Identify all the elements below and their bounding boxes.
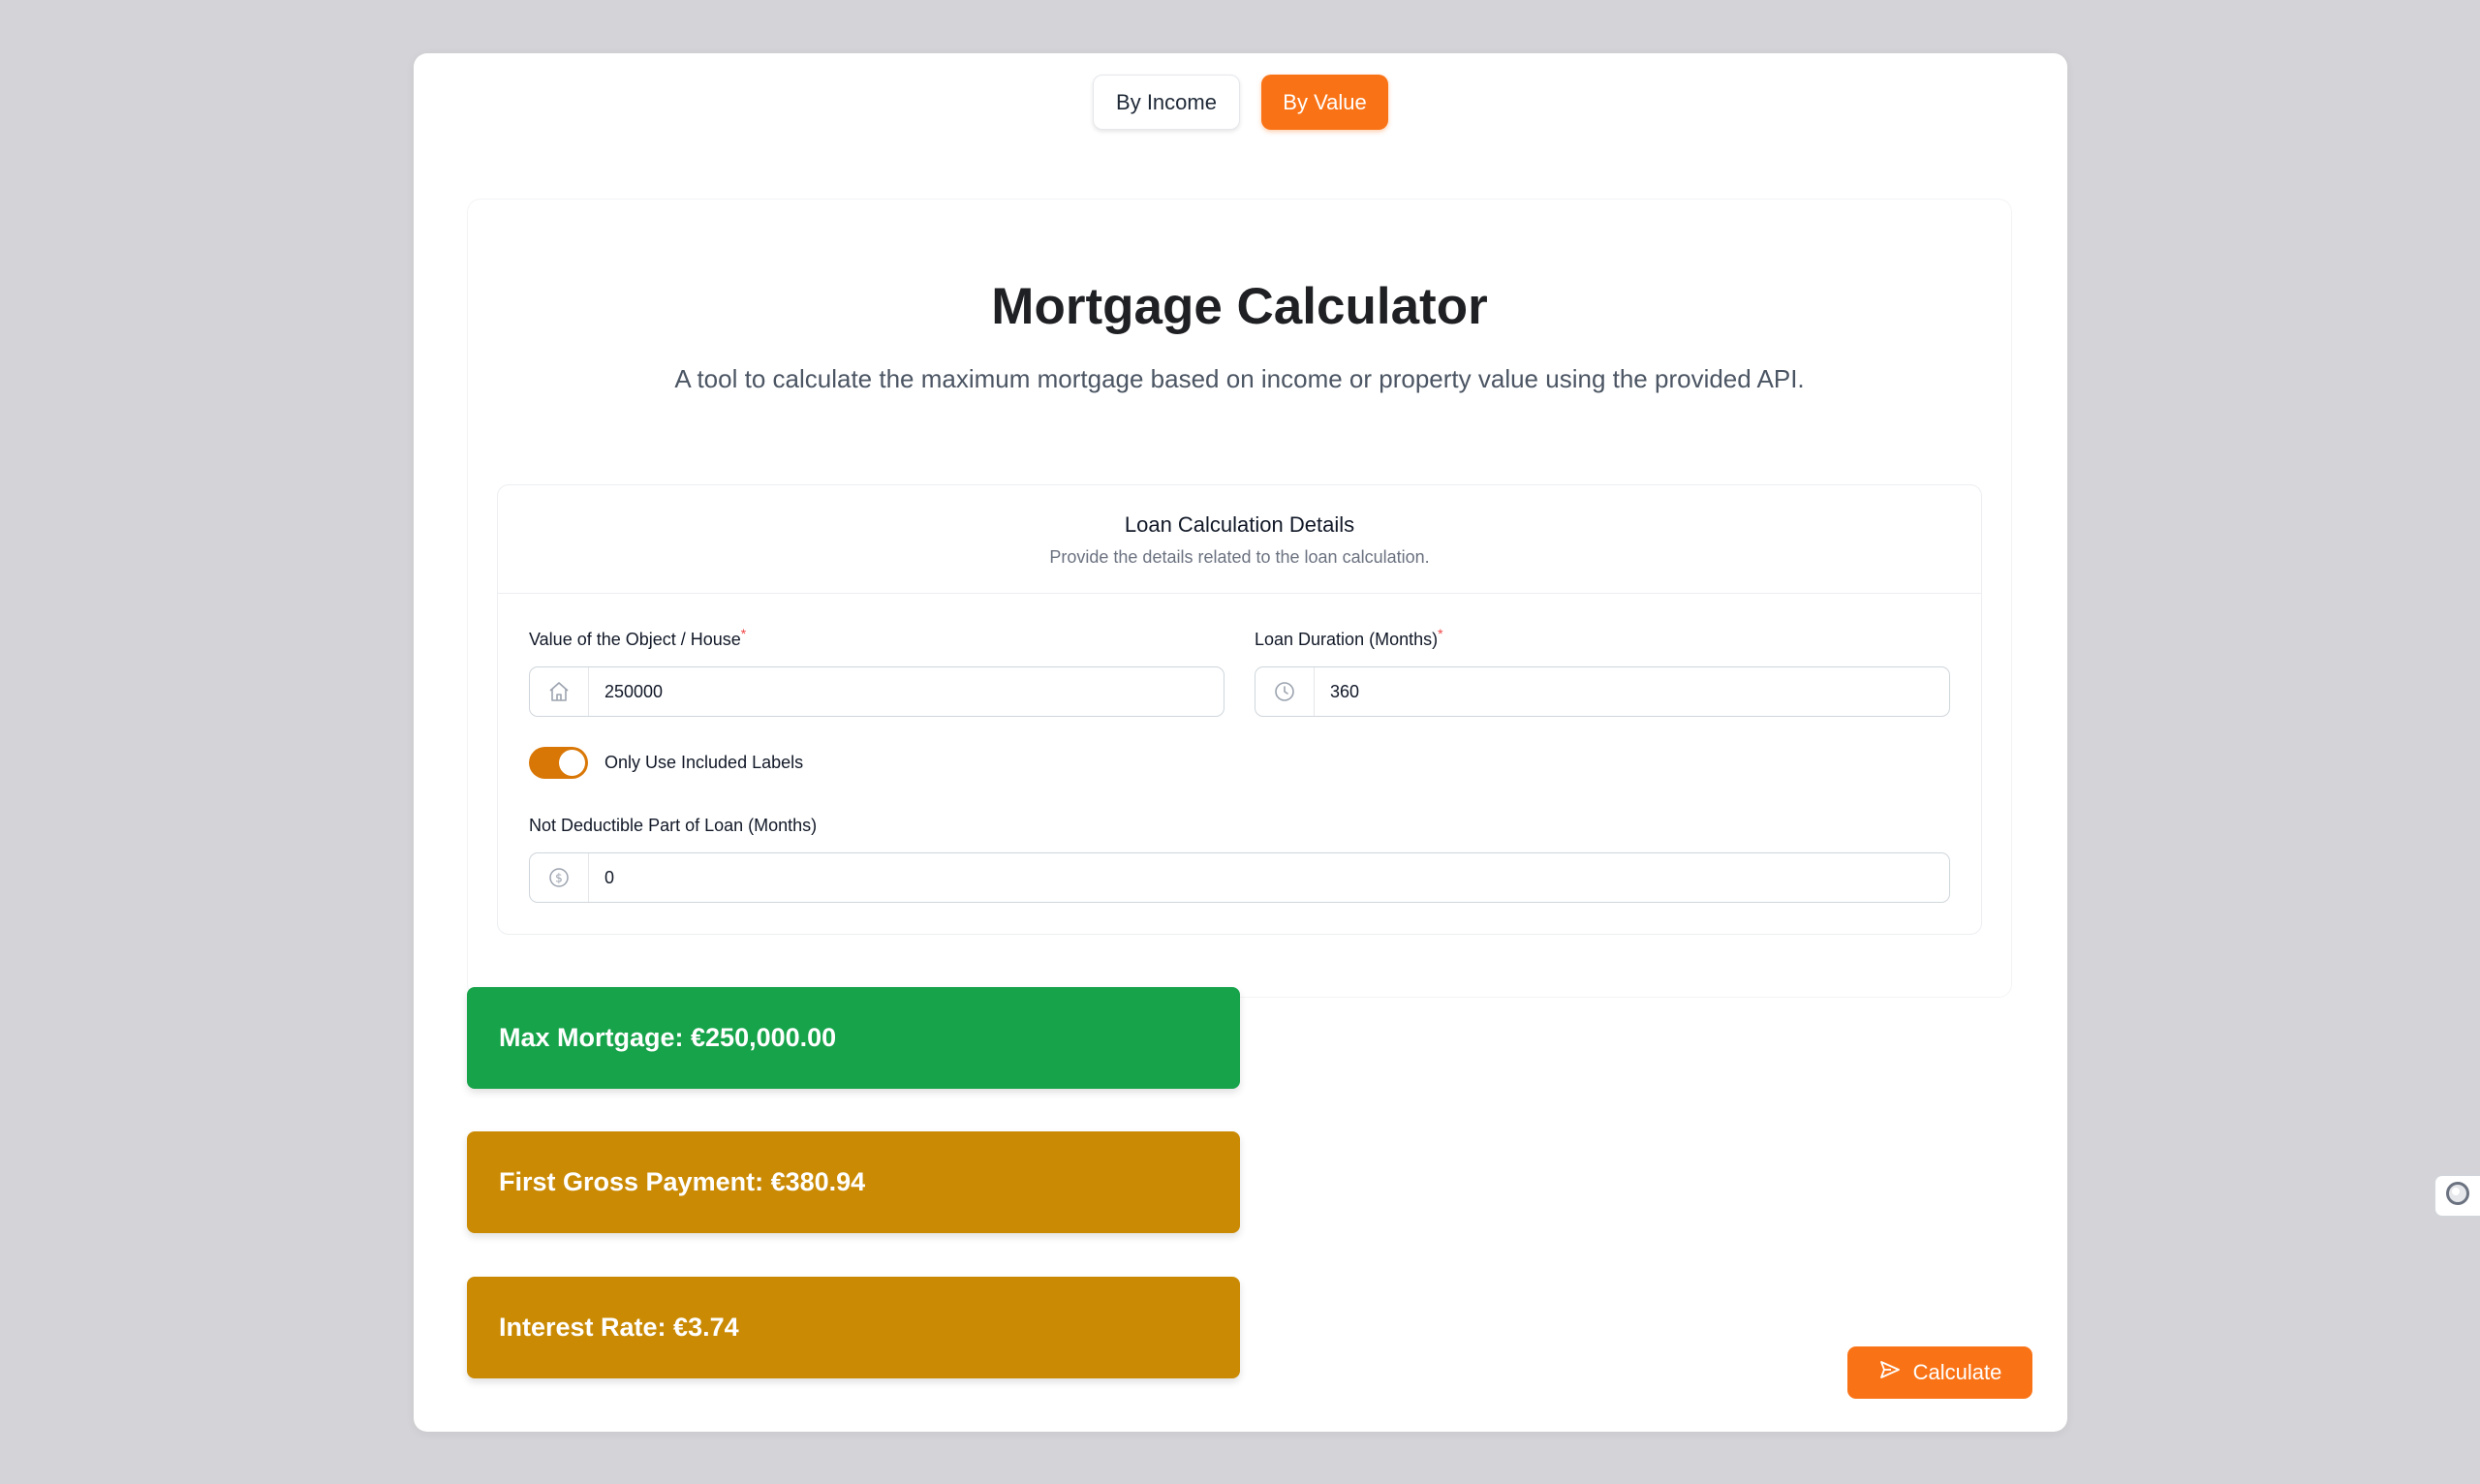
not-deductible-input[interactable] [589, 853, 1949, 902]
first-gross-payment-result: First Gross Payment: €380.94 [467, 1131, 1240, 1233]
send-icon [1878, 1358, 1902, 1387]
object-value-label: Value of the Object / House* [529, 626, 746, 650]
loan-details-section: Loan Calculation Details Provide the det… [497, 484, 1982, 935]
not-deductible-label: Not Deductible Part of Loan (Months) [529, 816, 818, 835]
loan-duration-input-group [1255, 666, 1950, 717]
object-value-label-text: Value of the Object / House [529, 630, 741, 649]
mode-tabs: By Income By Value [414, 75, 2067, 130]
included-labels-toggle[interactable] [529, 747, 588, 779]
page-subtitle: A tool to calculate the maximum mortgage… [674, 364, 1805, 393]
home-icon [530, 667, 589, 716]
object-value-input[interactable] [589, 667, 1224, 716]
loan-details-title: Loan Calculation Details [1124, 512, 1355, 537]
page-title: Mortgage Calculator [991, 278, 1488, 335]
included-labels-label: Only Use Included Labels [604, 753, 804, 772]
calculate-label: Calculate [1912, 1360, 2002, 1384]
calculate-button[interactable]: Calculate [1847, 1346, 2032, 1399]
required-marker: * [740, 626, 747, 641]
svg-text:$: $ [555, 872, 563, 885]
loan-duration-label: Loan Duration (Months)* [1255, 626, 1443, 650]
loan-duration-input[interactable] [1315, 667, 1949, 716]
object-value-input-group [529, 666, 1224, 717]
dollar-circle-icon: $ [530, 853, 589, 902]
form-panel: Mortgage Calculator A tool to calculate … [467, 199, 2012, 998]
tab-by-income[interactable]: By Income [1093, 75, 1240, 130]
floating-widget-button[interactable] [2434, 1175, 2480, 1217]
toggle-knob [559, 750, 585, 776]
interest-rate-result: Interest Rate: €3.74 [467, 1277, 1240, 1378]
loan-details-description: Provide the details related to the loan … [1049, 547, 1430, 567]
widget-icon [2444, 1180, 2471, 1212]
required-marker: * [1438, 626, 1443, 641]
loan-details-header: Loan Calculation Details Provide the det… [498, 485, 1981, 594]
max-mortgage-result: Max Mortgage: €250,000.00 [467, 987, 1240, 1089]
loan-duration-label-text: Loan Duration (Months) [1255, 630, 1439, 649]
not-deductible-input-group: $ [529, 852, 1950, 903]
tab-by-value[interactable]: By Value [1261, 75, 1388, 130]
clock-icon [1256, 667, 1315, 716]
calculator-card: By Income By Value Mortgage Calculator A… [414, 53, 2067, 1432]
